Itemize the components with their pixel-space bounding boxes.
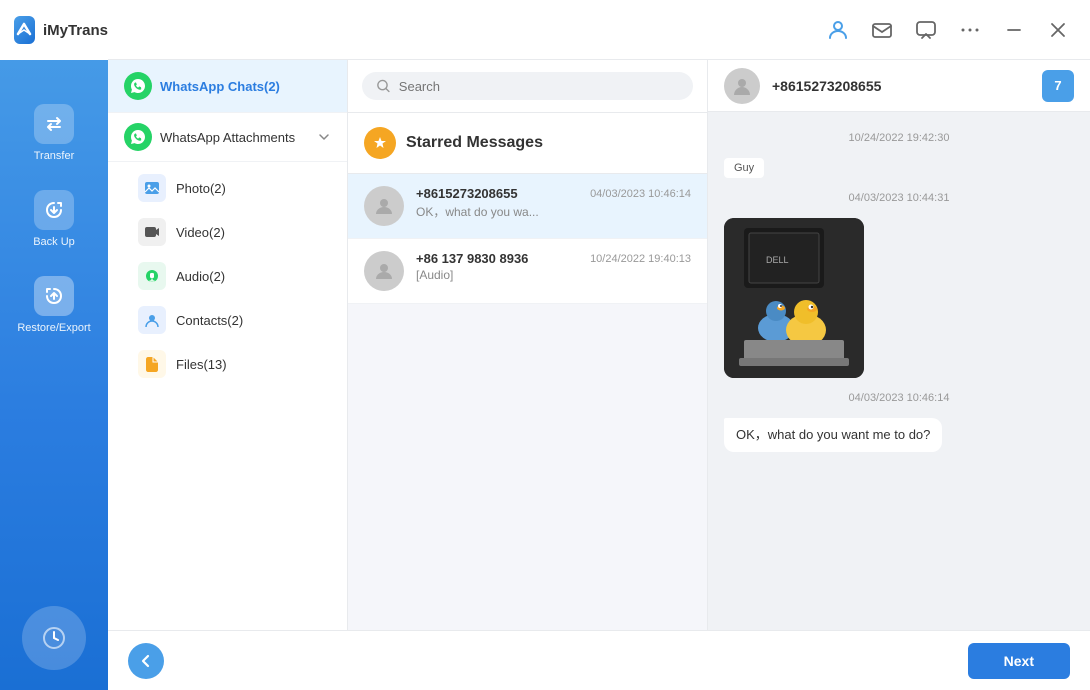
audio-label: Audio(2): [176, 269, 225, 284]
chat-timestamp: 04/03/2023 10:44:31: [724, 192, 1074, 204]
contacts-icon: [138, 306, 166, 334]
menu-icon[interactable]: [954, 14, 986, 46]
search-bar: [348, 60, 707, 113]
whatsapp-chats-label: WhatsApp Chats(2): [160, 79, 280, 94]
panel-right: +8615273208655 7 10/24/2022 19:42:30 Guy…: [708, 60, 1090, 630]
starred-header: Starred Messages: [348, 113, 707, 174]
next-button[interactable]: Next: [968, 643, 1070, 679]
chat-name: +8615273208655: [772, 78, 1030, 94]
sidebar: iMyTrans Transfer: [0, 0, 108, 690]
starred-title: Starred Messages: [406, 134, 543, 152]
whatsapp-icon: [124, 72, 152, 100]
whatsapp-attachments-label: WhatsApp Attachments: [160, 130, 309, 145]
sidebar-bottom: [22, 606, 86, 670]
sidebar-item-label: Restore/Export: [17, 322, 90, 334]
chevron-down-icon: [317, 130, 331, 144]
title-bar-right: [822, 14, 1074, 46]
panel-mid: Starred Messages +8615273: [348, 60, 708, 630]
minimize-icon[interactable]: [998, 14, 1030, 46]
title-bar: [108, 0, 1090, 60]
app-title: iMyTrans: [43, 22, 108, 39]
sidebar-item-backup[interactable]: Back Up: [0, 176, 108, 262]
sidebar-item-label: Back Up: [33, 236, 75, 248]
message-time: 04/03/2023 10:46:14: [590, 188, 691, 200]
transfer-icon-bg: [34, 104, 74, 144]
chat-timestamp: 04/03/2023 10:46:14: [724, 392, 1074, 404]
attachments-icon: [124, 123, 152, 151]
chat-bubble-row: OK，what do you want me to do?: [724, 418, 1074, 452]
search-input[interactable]: [399, 79, 679, 94]
sidebar-bottom-icon: [22, 606, 86, 670]
contacts-label: Contacts(2): [176, 313, 243, 328]
message-top: +86 137 9830 8936 10/24/2022 19:40:13: [416, 251, 691, 266]
message-name: +8615273208655: [416, 186, 518, 201]
user-icon[interactable]: [822, 14, 854, 46]
sidebar-item-transfer[interactable]: Transfer: [0, 90, 108, 176]
sub-items: Photo(2) Video(2): [108, 162, 347, 390]
files-item[interactable]: Files(13): [108, 342, 347, 386]
panels: WhatsApp Chats(2) WhatsApp Attachments: [108, 60, 1090, 630]
svg-text:DELL: DELL: [766, 255, 789, 265]
sidebar-nav: Transfer Back Up: [0, 90, 108, 348]
panel-left: WhatsApp Chats(2) WhatsApp Attachments: [108, 60, 348, 630]
audio-icon: [138, 262, 166, 290]
video-label: Video(2): [176, 225, 225, 240]
video-item[interactable]: Video(2): [108, 210, 347, 254]
sidebar-item-restore[interactable]: Restore/Export: [0, 262, 108, 348]
contacts-item[interactable]: Contacts(2): [108, 298, 347, 342]
close-icon[interactable]: [1042, 14, 1074, 46]
chat-bubble-row: DELL: [724, 218, 1074, 378]
restore-icon-bg: [34, 276, 74, 316]
whatsapp-attachments-item[interactable]: WhatsApp Attachments: [108, 113, 347, 162]
avatar: [364, 186, 404, 226]
chat-body: 10/24/2022 19:42:30 Guy 04/03/2023 10:44…: [708, 112, 1090, 630]
chat-header: +8615273208655 7: [708, 60, 1090, 112]
message-name: +86 137 9830 8936: [416, 251, 528, 266]
photo-label: Photo(2): [176, 181, 226, 196]
message-list: +8615273208655 04/03/2023 10:46:14 OK，wh…: [348, 174, 707, 630]
chat-image: DELL: [724, 218, 864, 378]
message-preview: [Audio]: [416, 268, 691, 282]
message-top: +8615273208655 04/03/2023 10:46:14: [416, 186, 691, 201]
mail-icon[interactable]: [866, 14, 898, 46]
audio-item[interactable]: Audio(2): [108, 254, 347, 298]
message-info: +86 137 9830 8936 10/24/2022 19:40:13 [A…: [416, 251, 691, 282]
backup-icon-bg: [34, 190, 74, 230]
main-content: WhatsApp Chats(2) WhatsApp Attachments: [108, 0, 1090, 690]
name-label: Guy: [724, 158, 764, 178]
chat-avatar: [724, 68, 760, 104]
search-wrap[interactable]: [362, 72, 693, 100]
message-preview: OK，what do you wa...: [416, 203, 691, 220]
whatsapp-chats-item[interactable]: WhatsApp Chats(2): [124, 72, 331, 100]
photo-icon: [138, 174, 166, 202]
chat-bubble: OK，what do you want me to do?: [724, 418, 942, 452]
chat-icon[interactable]: [910, 14, 942, 46]
message-item[interactable]: +86 137 9830 8936 10/24/2022 19:40:13 [A…: [348, 239, 707, 304]
files-label: Files(13): [176, 357, 227, 372]
sidebar-item-label: Transfer: [34, 150, 75, 162]
message-item[interactable]: +8615273208655 04/03/2023 10:46:14 OK，wh…: [348, 174, 707, 239]
message-info: +8615273208655 04/03/2023 10:46:14 OK，wh…: [416, 186, 691, 220]
photo-item[interactable]: Photo(2): [108, 166, 347, 210]
chat-timestamp: 10/24/2022 19:42:30: [724, 132, 1074, 144]
chat-bubble-row: Guy: [724, 158, 1074, 178]
logo-icon: [14, 16, 35, 44]
star-icon: [364, 127, 396, 159]
avatar: [364, 251, 404, 291]
files-icon: [138, 350, 166, 378]
calendar-icon[interactable]: 7: [1042, 70, 1074, 102]
search-icon: [376, 78, 391, 94]
bottom-bar: Next: [108, 630, 1090, 690]
back-button[interactable]: [128, 643, 164, 679]
app-logo: iMyTrans: [0, 0, 108, 60]
message-time: 10/24/2022 19:40:13: [590, 253, 691, 265]
video-icon: [138, 218, 166, 246]
whatsapp-chats-header[interactable]: WhatsApp Chats(2): [108, 60, 347, 113]
